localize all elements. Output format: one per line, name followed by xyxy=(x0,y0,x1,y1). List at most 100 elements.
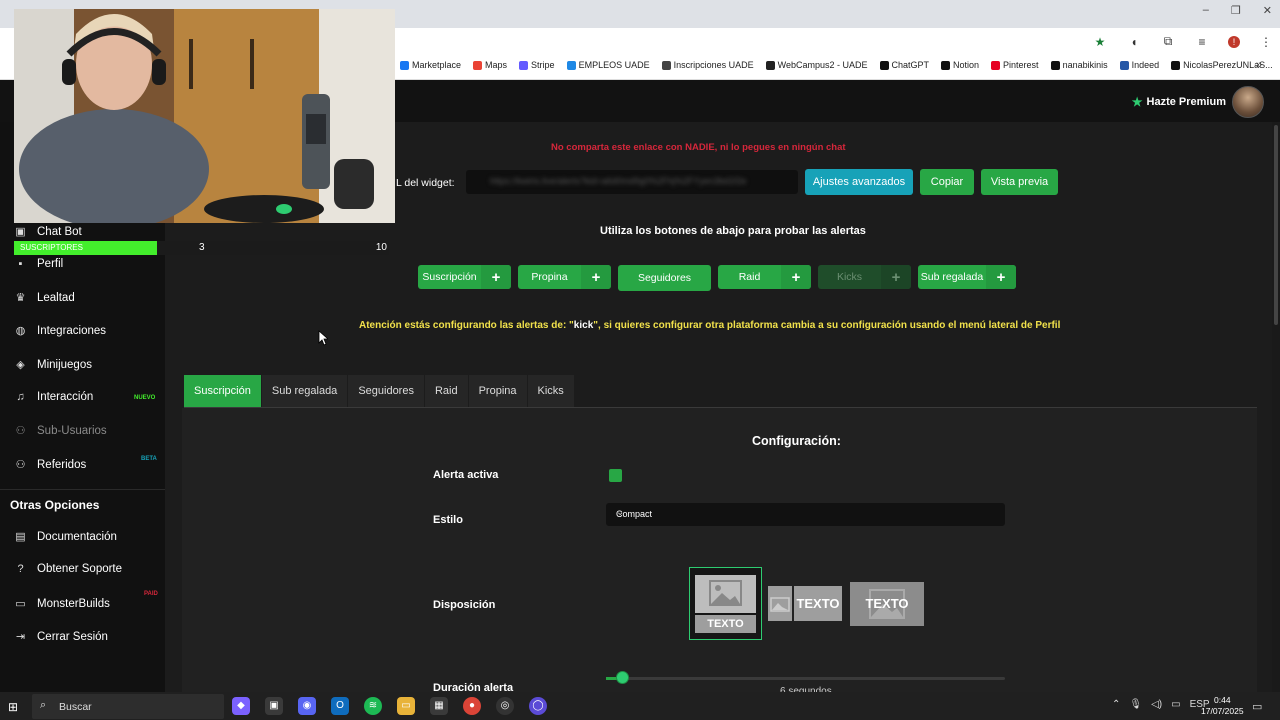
test-sub-regalada-button[interactable]: Sub regalada + xyxy=(918,265,1016,289)
sidebar-item-documentaci-n[interactable]: ▤ Documentación xyxy=(14,530,117,544)
user-icon: ▪ xyxy=(18,258,23,270)
tab-seguidores[interactable]: Seguidores xyxy=(348,375,425,407)
preview-button[interactable]: Vista previa xyxy=(981,169,1058,195)
minimize-icon[interactable]: – xyxy=(1203,4,1209,17)
sidebar-item-integraciones[interactable]: ◍ Integraciones xyxy=(14,324,106,338)
bookmark-item[interactable]: Stripe xyxy=(519,60,555,70)
alert-active-label: Alerta activa xyxy=(433,469,499,481)
bookmarks-more-icon[interactable]: » xyxy=(1256,59,1262,71)
media-icon[interactable]: ≡ xyxy=(1194,35,1210,49)
sidebar-divider xyxy=(0,489,165,490)
page-scrollbar-thumb[interactable] xyxy=(1274,125,1278,325)
test-propina-button[interactable]: Propina + xyxy=(518,265,611,289)
widget-url-field[interactable]: https://kwiris.live/alerts?kid=a6d0md9g0… xyxy=(466,170,798,194)
bookmark-item[interactable]: WebCampus2 - UADE xyxy=(765,60,868,70)
network-icon[interactable]: ▭ xyxy=(1171,699,1180,710)
plus-icon: + xyxy=(581,265,611,289)
advanced-settings-button[interactable]: Ajustes avanzados xyxy=(805,169,913,195)
bookmark-item[interactable]: Marketplace xyxy=(400,60,461,70)
taskbar-search[interactable]: ⌕ Buscar xyxy=(32,694,224,719)
layout-option-stacked[interactable]: TEXTO xyxy=(689,567,762,640)
bookmark-favicon-icon xyxy=(1171,60,1181,70)
windows-start-icon[interactable]: ⊞ xyxy=(8,700,18,714)
test-kicks-button[interactable]: Kicks + xyxy=(818,265,911,289)
webcam-image xyxy=(14,9,395,223)
folder-icon[interactable]: ▭ xyxy=(397,697,415,715)
image-placeholder-icon xyxy=(695,575,756,613)
sidebar-item-sub-usuarios[interactable]: ⚇ Sub-Usuarios xyxy=(14,424,107,438)
tab-propina[interactable]: Propina xyxy=(468,375,528,407)
tab-sub-regalada[interactable]: Sub regalada xyxy=(261,375,349,407)
style-select[interactable]: Compact ⌄ xyxy=(606,503,1005,526)
sidebar-item-obtener-soporte[interactable]: ? Obtener Soporte xyxy=(14,563,122,575)
sidebar-item-chat-bot[interactable]: ▣ Chat Bot xyxy=(14,225,81,239)
store-icon[interactable]: ▦ xyxy=(430,697,448,715)
chrome-icon[interactable]: ● xyxy=(463,697,481,715)
test-seguidores-button[interactable]: Seguidores xyxy=(618,265,711,291)
notification-icon[interactable]: ▭ xyxy=(1252,700,1262,713)
duration-slider-track[interactable] xyxy=(606,677,1005,680)
test-suscripci-n-button[interactable]: Suscripción + xyxy=(418,265,511,289)
sidebar-badge: BETA xyxy=(141,456,157,462)
sidebar-item-monsterbuilds[interactable]: ▭ MonsterBuilds xyxy=(14,597,110,611)
plus-icon: + xyxy=(781,265,811,289)
sidebar-item-referidos[interactable]: ⚇ Referidos xyxy=(14,458,87,472)
chevron-up-icon[interactable]: ⌃ xyxy=(1112,699,1120,710)
task-view-icon[interactable]: ▣ xyxy=(265,697,283,715)
sidebar-item-perfil[interactable]: ▪ Perfil xyxy=(14,258,64,270)
restore-icon[interactable]: ❐ xyxy=(1231,4,1241,17)
close-icon[interactable]: ✕ xyxy=(1263,4,1272,17)
layout-option-side[interactable]: TEXTO xyxy=(768,586,842,621)
gamepad-icon: ◈ xyxy=(16,359,25,371)
sidebar-item-cerrar-sesi-n[interactable]: ⇥ Cerrar Sesión xyxy=(14,630,108,644)
alert-active-checkbox[interactable] xyxy=(609,469,622,482)
taskbar-clock[interactable]: 0:44 17/07/2025 xyxy=(1201,695,1244,717)
trophy-icon: ♛ xyxy=(15,292,26,304)
tab-kicks[interactable]: Kicks xyxy=(527,375,575,407)
discord-icon[interactable]: ◉ xyxy=(298,697,316,715)
obs-icon[interactable]: ◎ xyxy=(496,697,514,715)
bookmark-item[interactable]: Indeed xyxy=(1119,60,1159,70)
profile-icon[interactable]: ! xyxy=(1228,35,1240,48)
bookmark-favicon-icon xyxy=(991,60,1001,70)
bookmark-favicon-icon xyxy=(661,60,671,70)
test-raid-button[interactable]: Raid + xyxy=(718,265,811,289)
avatar[interactable] xyxy=(1232,86,1264,118)
robot-icon: ▣ xyxy=(15,226,26,238)
sidebar-item-lealtad[interactable]: ♛ Lealtad xyxy=(14,291,75,305)
system-tray: ⌃ 🎙 ◁) ▭ ESP xyxy=(1112,699,1210,710)
copilot-icon[interactable]: ◆ xyxy=(232,697,250,715)
tab-suscripci-n[interactable]: Suscripción xyxy=(184,375,262,407)
premium-button[interactable]: ★ Hazte Premium xyxy=(1132,95,1226,109)
users-icon: ⚇ xyxy=(15,425,26,437)
mouse-cursor-icon xyxy=(318,330,328,346)
bookmark-item[interactable]: ChatGPT xyxy=(879,60,929,70)
layout-option-overlay[interactable]: TEXTO xyxy=(850,582,924,626)
puzzle-icon[interactable]: ⧉ xyxy=(1160,34,1176,49)
bookmark-item[interactable]: nanabikinis xyxy=(1050,60,1108,70)
volume-icon[interactable]: ◁) xyxy=(1151,699,1162,710)
spotify-icon[interactable]: ≋ xyxy=(364,697,382,715)
sidebar-section-title: Otras Opciones xyxy=(10,498,100,512)
bookmarks-list: Marketplace Maps Stripe EMPLEOS UADE Inscrip… xyxy=(400,60,1273,70)
sidebar-item-minijuegos[interactable]: ◈ Minijuegos xyxy=(14,358,92,372)
microphone-icon[interactable]: 🎙 xyxy=(1129,699,1142,710)
tab-raid[interactable]: Raid xyxy=(424,375,469,407)
app-icon[interactable]: ◯ xyxy=(529,697,547,715)
clock-time: 0:44 xyxy=(1214,695,1231,705)
bookmark-star-icon[interactable]: ★ xyxy=(1092,35,1108,49)
bookmark-item[interactable]: Inscripciones UADE xyxy=(661,60,754,70)
bookmark-item[interactable]: Pinterest xyxy=(991,60,1039,70)
bookmark-favicon-icon xyxy=(473,60,483,70)
bookmark-item[interactable]: EMPLEOS UADE xyxy=(566,60,650,70)
menu-dots-icon[interactable]: ⋮ xyxy=(1258,35,1274,49)
bookmark-favicon-icon xyxy=(519,60,529,70)
outlook-icon[interactable]: O xyxy=(331,697,349,715)
duration-slider-handle[interactable] xyxy=(616,671,629,684)
alert-type-tabs: Suscripción Sub regalada Seguidores Raid Pro… xyxy=(184,375,575,407)
bookmark-item[interactable]: Maps xyxy=(473,60,507,70)
bookmark-item[interactable]: Notion xyxy=(941,60,979,70)
copy-button[interactable]: Copiar xyxy=(920,169,974,195)
extension-icon[interactable]: ◖ xyxy=(1126,35,1142,49)
sidebar-item-interacci-n[interactable]: ♫ Interacción xyxy=(14,391,93,403)
